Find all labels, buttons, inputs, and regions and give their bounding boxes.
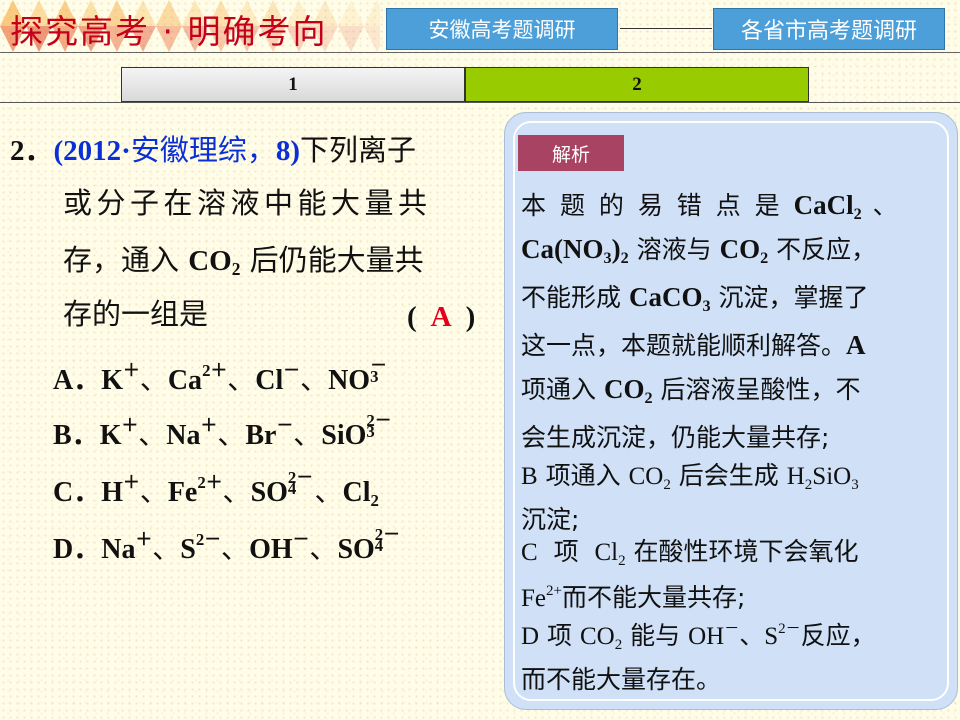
option-c: C．H＋、Fe2＋、SO 2－ 4 、Cl2 xyxy=(53,467,379,511)
analysis-line-12: 而不能大量存在。 xyxy=(521,665,722,694)
header-divider xyxy=(0,52,960,53)
analysis-line-7: B 项通入 CO2 后会生成 H2SiO3 xyxy=(521,461,859,493)
option-a: A．K＋、Ca2＋、Cl－、NO － 3 xyxy=(53,355,387,396)
option-d: D．Na＋、S2－、OH－、SO 2－ 4 xyxy=(53,524,400,565)
answer-bracket: (A) xyxy=(407,301,476,333)
analysis-line-4: 这一点，本题就能顺利解答。A xyxy=(521,330,866,360)
analysis-line-2: Ca(NO3)2 溶液与 CO2 不反应， xyxy=(521,234,877,267)
analysis-line-11: D 项 CO2 能与 OH－、S2－反应， xyxy=(521,620,876,653)
header-connector-line xyxy=(620,28,712,29)
triangle-decoration xyxy=(364,0,380,26)
option-d-label: D． xyxy=(53,534,102,565)
analysis-line-1: 本 题 的 易 错 点 是 CaCl2 、 xyxy=(521,190,901,223)
question-line-4: 存的一组是 xyxy=(63,297,209,331)
slide-header: 探究高考 · 明确考向 安徽高考题调研 各省市高考题调研 xyxy=(0,0,960,58)
question-source: (2012·安徽理综，8) xyxy=(53,133,301,167)
question-text: 下列离子 xyxy=(300,133,417,167)
tab-question-1[interactable]: 1 xyxy=(121,67,465,102)
option-a-label: A． xyxy=(53,365,102,396)
analysis-line-3: 不能形成 CaCO3 沉淀，掌握了 xyxy=(521,282,869,315)
provinces-exam-research-button[interactable]: 各省市高考题调研 xyxy=(713,8,945,50)
slide-title: 探究高考 · 明确考向 xyxy=(10,12,328,51)
question-line-1: 2．(2012·安徽理综，8)下列离子 xyxy=(10,136,416,166)
option-b-label: B． xyxy=(53,420,100,451)
analysis-line-10: Fe2+而不能大量共存; xyxy=(521,582,746,612)
question-tabs: 1 2 xyxy=(121,67,809,102)
triangle-decoration xyxy=(338,26,364,52)
question-number: 2． xyxy=(10,135,54,167)
tabs-divider xyxy=(0,102,960,103)
question-line-2: 或分子在溶液中能大量共 xyxy=(63,186,432,220)
analysis-line-8: 沉淀; xyxy=(521,505,580,534)
triangle-decoration xyxy=(338,0,364,26)
answer-letter: A xyxy=(430,301,452,333)
question-line-3: 存，通入 CO2 后仍能大量共 xyxy=(63,243,424,280)
option-b: B．K＋、Na＋、Br－、SiO 2－ 3 xyxy=(53,410,392,451)
triangle-decoration xyxy=(364,26,380,52)
analysis-badge: 解析 xyxy=(518,135,624,171)
tab-question-2[interactable]: 2 xyxy=(465,67,809,102)
anhui-exam-research-button[interactable]: 安徽高考题调研 xyxy=(386,8,618,50)
analysis-line-9: C 项 Cl2 在酸性环境下会氧化 xyxy=(521,537,859,569)
analysis-line-5: 项通入 CO2 后溶液呈酸性，不 xyxy=(521,374,861,407)
option-c-label: C． xyxy=(53,477,102,508)
analysis-line-6: 会生成沉淀，仍能大量共存; xyxy=(521,423,830,452)
